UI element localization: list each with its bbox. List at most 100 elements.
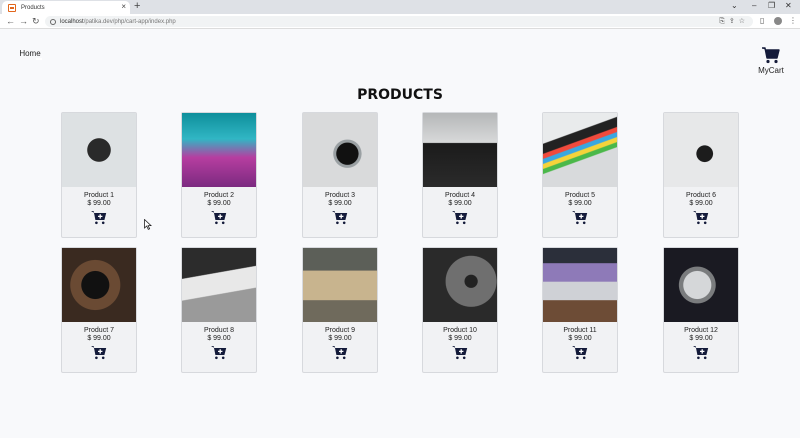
close-window-icon[interactable]: ✕ [785, 1, 792, 11]
product-price: $ 99.00 [568, 335, 592, 342]
add-to-cart-button[interactable] [452, 345, 468, 360]
url-path: /patika.dev/php/cart-app/index.php [83, 18, 176, 25]
page-actions-icons[interactable]: ⎘⇪☆ [719, 16, 749, 27]
product-name: Product 11 [563, 327, 597, 334]
menu-icon[interactable]: ⋮ [789, 16, 797, 26]
product-price: $ 99.00 [448, 200, 472, 207]
add-to-cart-button[interactable] [452, 210, 468, 225]
product-image [303, 113, 377, 187]
back-icon[interactable]: ← [6, 16, 15, 26]
add-to-cart-button[interactable] [91, 345, 107, 360]
product-name: Product 1 [84, 192, 114, 199]
new-tab-icon[interactable]: + [134, 1, 140, 12]
product-card: Product 7 $ 99.00 [61, 247, 137, 373]
product-image [543, 113, 617, 187]
profile-avatar[interactable] [774, 17, 782, 25]
product-name: Product 5 [565, 192, 595, 199]
product-price: $ 99.00 [207, 335, 231, 342]
mycart-label: MyCart [758, 66, 784, 75]
product-price: $ 99.00 [689, 200, 713, 207]
url-host: localhost [60, 18, 84, 25]
product-name: Product 8 [204, 327, 234, 334]
cart-plus-icon [91, 211, 107, 229]
product-price: $ 99.00 [328, 200, 352, 207]
tab-search-icon[interactable]: ⌄ [731, 1, 738, 11]
product-image [664, 248, 738, 322]
add-to-cart-button[interactable] [572, 345, 588, 360]
product-card: Product 1 $ 99.00 [61, 112, 137, 238]
cart-plus-icon [572, 346, 588, 364]
product-name: Product 2 [204, 192, 234, 199]
cart-plus-icon [572, 211, 588, 229]
cart-plus-icon [91, 346, 107, 364]
product-image [182, 248, 256, 322]
product-card: Product 12 $ 99.00 [663, 247, 739, 373]
info-icon[interactable] [50, 18, 56, 25]
product-name: Product 12 [684, 327, 718, 334]
forward-icon[interactable]: → [19, 16, 28, 26]
browser-tab-bar: Products × + ⌄ – ❐ ✕ [0, 0, 800, 14]
browser-tab[interactable]: Products × [2, 1, 130, 14]
home-label: Home [19, 49, 41, 58]
product-name: Product 7 [84, 327, 114, 334]
tab-title: Products [21, 4, 45, 11]
page: Home MyCart PRODUCTS Product 1 $ 99.00 Pr… [0, 30, 800, 438]
product-card: Product 4 $ 99.00 [422, 112, 498, 238]
cart-plus-icon [693, 346, 709, 364]
product-name: Product 6 [686, 192, 716, 199]
product-card: Product 5 $ 99.00 [542, 112, 618, 238]
product-image [423, 113, 497, 187]
product-price: $ 99.00 [87, 200, 111, 207]
product-price: $ 99.00 [689, 335, 713, 342]
add-to-cart-button[interactable] [693, 210, 709, 225]
cart-plus-icon [452, 211, 468, 229]
product-name: Product 4 [445, 192, 475, 199]
product-card: Product 6 $ 99.00 [663, 112, 739, 238]
add-to-cart-button[interactable] [91, 210, 107, 225]
maximize-icon[interactable]: ❐ [768, 1, 775, 11]
product-name: Product 3 [325, 192, 355, 199]
add-to-cart-button[interactable] [211, 345, 227, 360]
product-card: Product 10 $ 99.00 [422, 247, 498, 373]
cart-plus-icon [693, 211, 709, 229]
favicon-icon [8, 3, 16, 12]
product-price: $ 99.00 [568, 200, 592, 207]
home-link[interactable]: Home [19, 47, 41, 58]
add-to-cart-button[interactable] [572, 210, 588, 225]
product-image [423, 248, 497, 322]
product-price: $ 99.00 [328, 335, 352, 342]
add-to-cart-button[interactable] [211, 210, 227, 225]
product-image [543, 248, 617, 322]
cart-icon [762, 47, 780, 64]
cart-plus-icon [332, 211, 348, 229]
product-image [182, 113, 256, 187]
mouse-cursor-icon [144, 219, 152, 230]
product-card: Product 8 $ 99.00 [181, 247, 257, 373]
add-to-cart-button[interactable] [332, 210, 348, 225]
product-price: $ 99.00 [87, 335, 111, 342]
add-to-cart-button[interactable] [332, 345, 348, 360]
product-name: Product 9 [325, 327, 355, 334]
close-tab-icon[interactable]: × [121, 3, 126, 11]
cart-plus-icon [211, 346, 227, 364]
browser-toolbar: ← → ↻ localhost/patika.dev/php/cart-app/… [0, 14, 800, 29]
product-price: $ 99.00 [207, 200, 231, 207]
product-card: Product 3 $ 99.00 [302, 112, 378, 238]
reload-icon[interactable]: ↻ [32, 16, 40, 26]
product-card: Product 2 $ 99.00 [181, 112, 257, 238]
cart-plus-icon [211, 211, 227, 229]
side-panel-icon[interactable]: ▯ [760, 16, 764, 26]
page-title: PRODUCTS [357, 87, 443, 103]
minimize-icon[interactable]: – [752, 1, 756, 11]
product-image [303, 248, 377, 322]
product-price: $ 99.00 [448, 335, 472, 342]
add-to-cart-button[interactable] [693, 345, 709, 360]
cart-plus-icon [332, 346, 348, 364]
product-card: Product 9 $ 99.00 [302, 247, 378, 373]
address-bar[interactable]: localhost/patika.dev/php/cart-app/index.… [45, 16, 753, 27]
product-image [664, 113, 738, 187]
mycart-link[interactable]: MyCart [758, 47, 784, 75]
cart-plus-icon [452, 346, 468, 364]
product-image [62, 113, 136, 187]
product-card: Product 11 $ 99.00 [542, 247, 618, 373]
